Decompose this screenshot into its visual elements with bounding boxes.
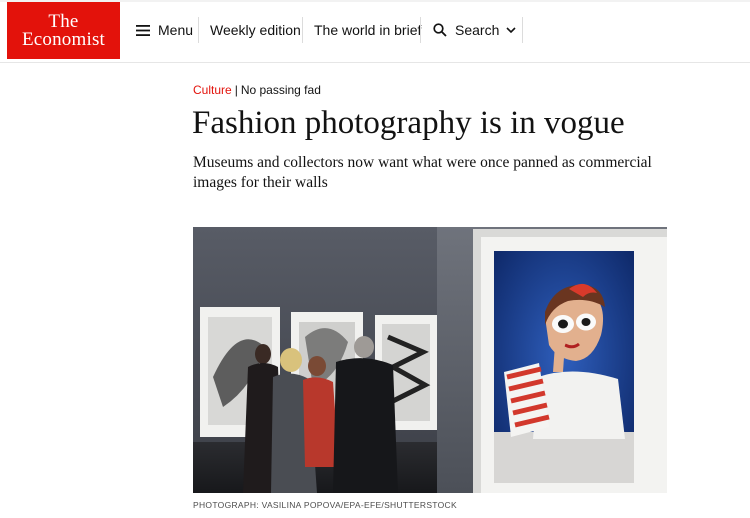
chevron-down-icon [506, 26, 516, 33]
article-rubric: Culture | No passing fad [193, 83, 321, 97]
menu-label: Menu [158, 22, 194, 38]
search-icon [433, 23, 447, 37]
weekly-edition-label: Weekly edition [210, 22, 301, 38]
search-button[interactable]: Search [433, 10, 516, 50]
article-standfirst: Museums and collectors now want what wer… [193, 154, 652, 191]
nav-divider [302, 17, 303, 43]
nav-divider [522, 17, 523, 43]
article-headline: Fashion photography is in vogue [192, 105, 625, 141]
weekly-edition-link[interactable]: Weekly edition [210, 10, 301, 50]
economist-logo[interactable]: The Economist [7, 2, 120, 59]
photo-credit: PHOTOGRAPH: VASILINA POPOVA/EPA-EFE/SHUT… [193, 500, 457, 510]
menu-icon [136, 24, 150, 36]
search-label: Search [455, 22, 500, 38]
article-photo [193, 227, 667, 493]
menu-button[interactable]: Menu [136, 10, 193, 50]
nav-divider [198, 17, 199, 43]
nav-divider [420, 17, 421, 43]
gallery-photo-illustration [193, 227, 667, 493]
logo-line-2: Economist [21, 29, 106, 50]
world-in-brief-label: The world in brief [314, 22, 422, 38]
top-navigation-bar: The Economist Menu Weekly edition The wo… [0, 0, 750, 63]
fly-title: No passing fad [240, 83, 321, 97]
section-link[interactable]: Culture [193, 83, 232, 97]
world-in-brief-link[interactable]: The world in brief [314, 10, 421, 50]
rubric-separator: | [234, 83, 238, 97]
